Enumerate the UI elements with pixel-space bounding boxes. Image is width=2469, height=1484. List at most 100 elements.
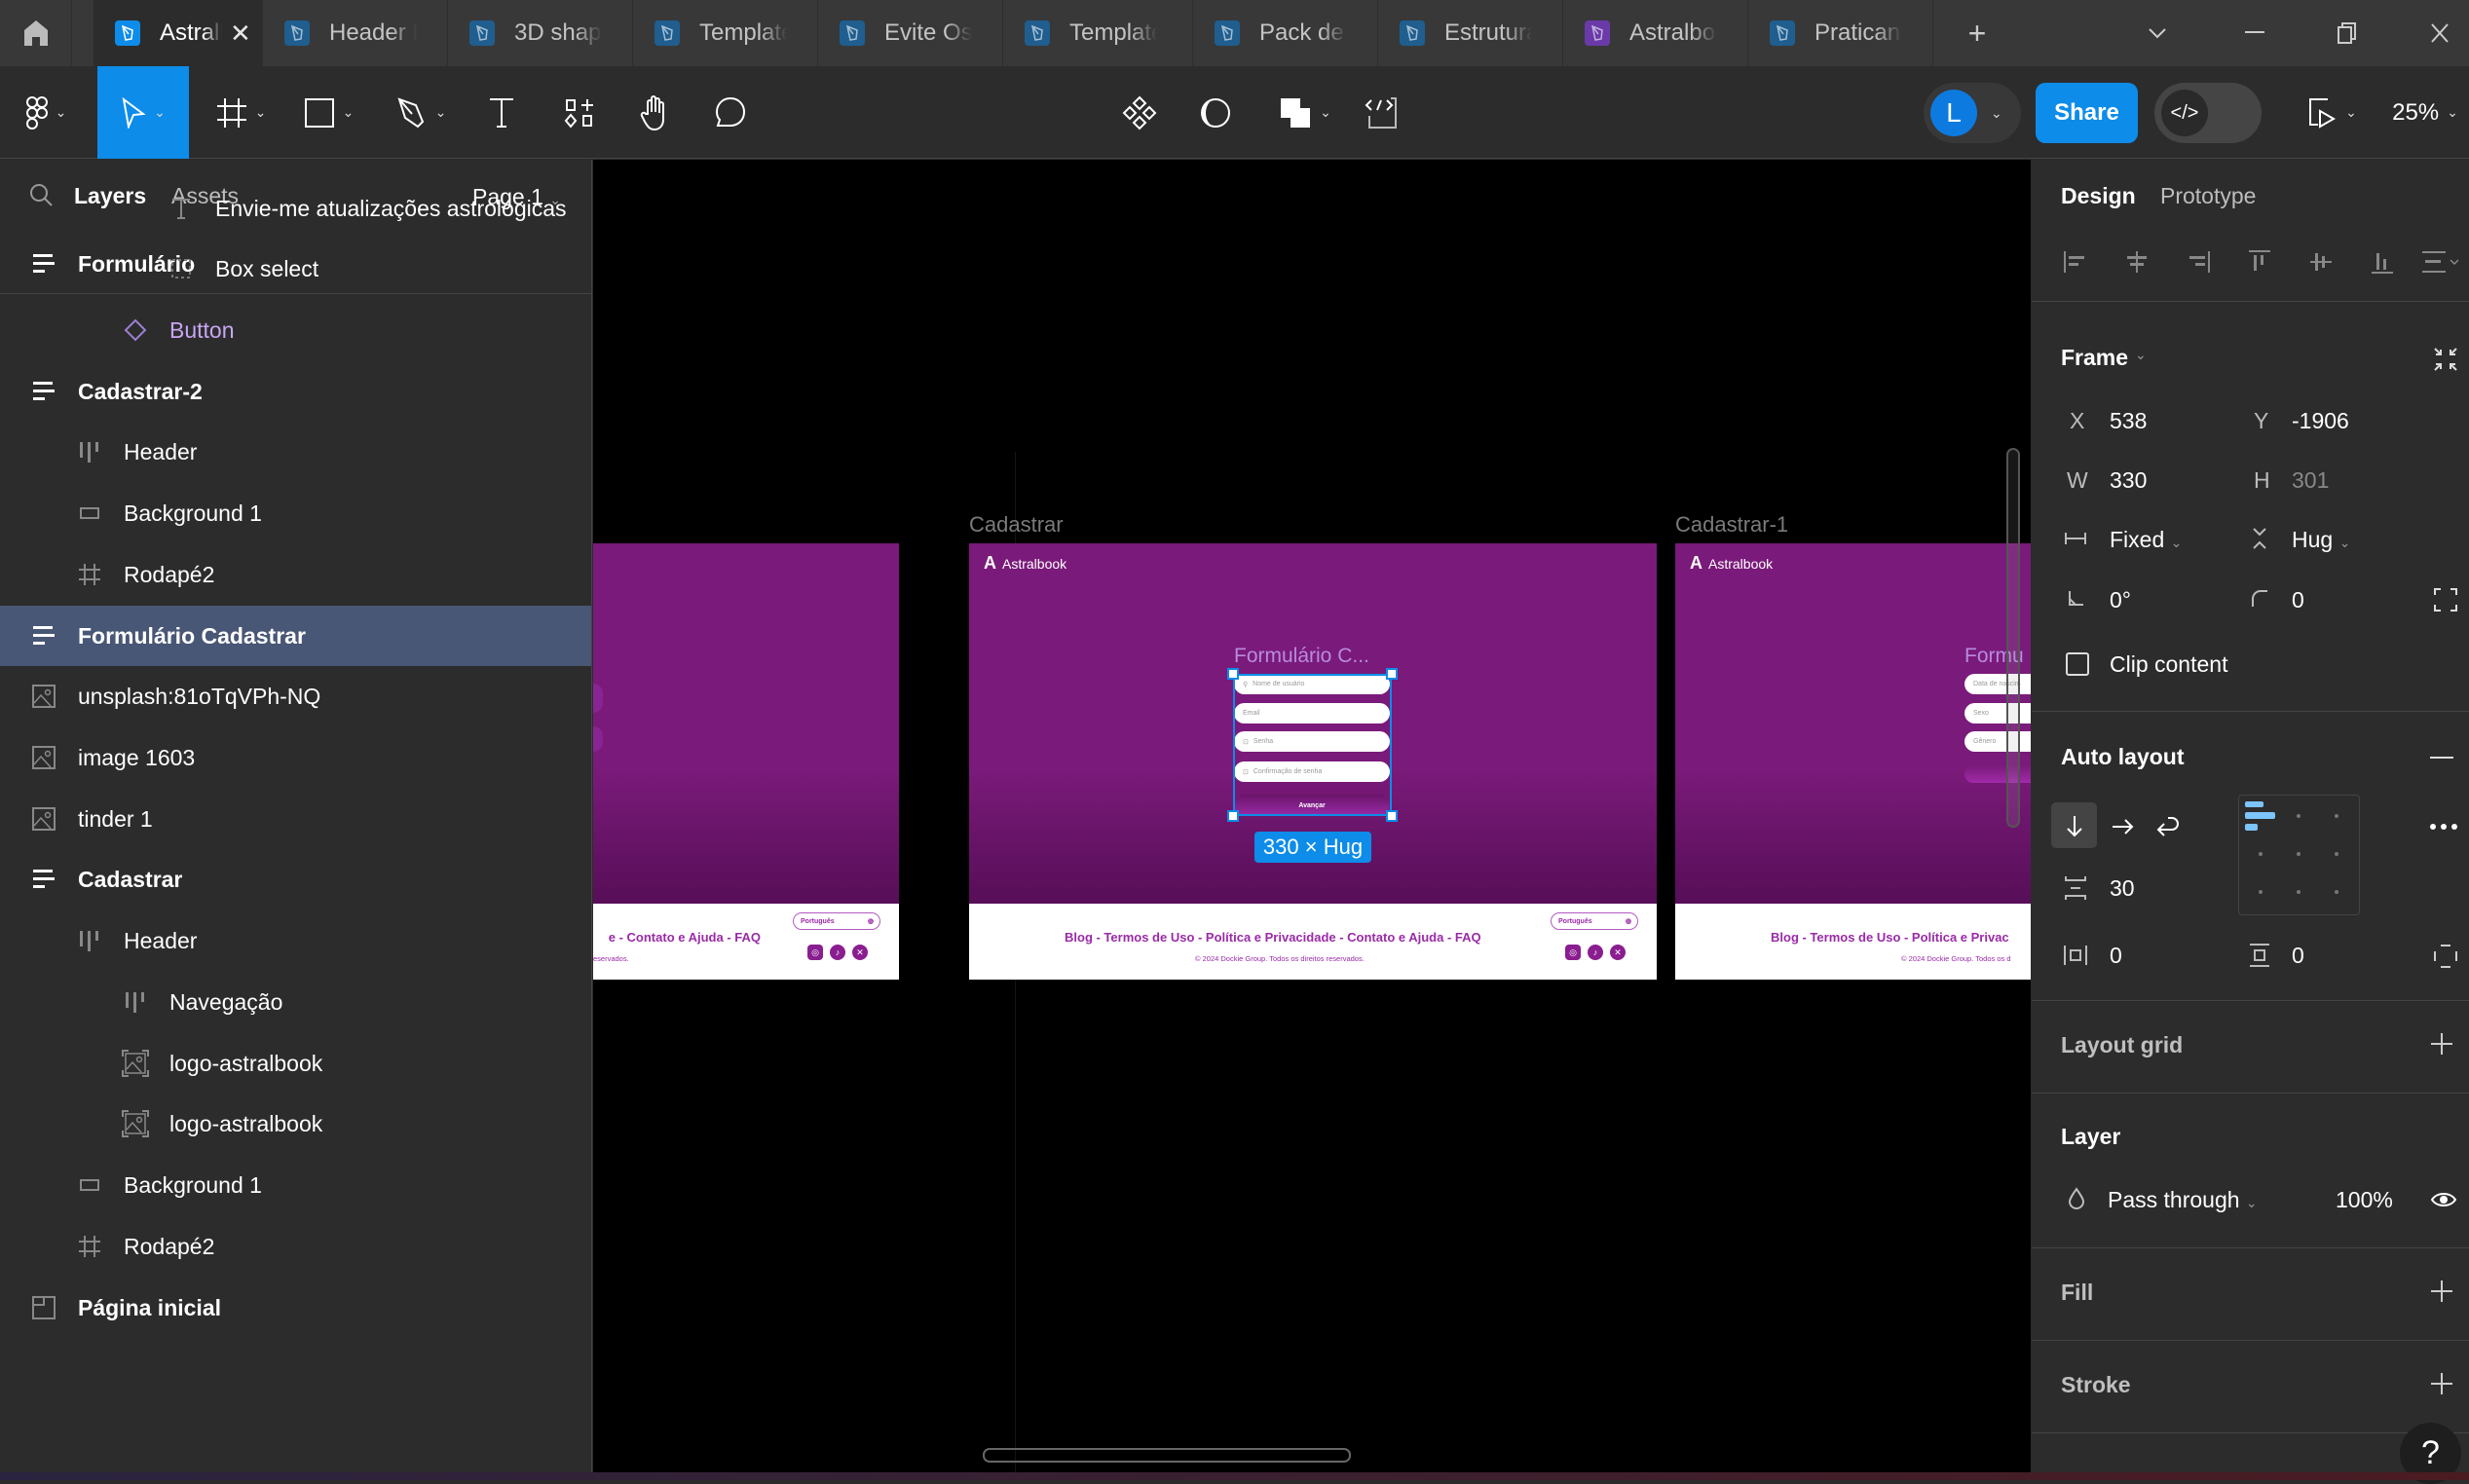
layer-row[interactable]: Rodapé2 bbox=[0, 1216, 591, 1277]
layer-row[interactable]: unsplash:81oTqVPh-NQ bbox=[0, 666, 591, 726]
multiplayer-avatars[interactable]: L ⌄ bbox=[1924, 83, 2021, 143]
dev-handoff-button[interactable] bbox=[1357, 66, 1405, 159]
layer-row[interactable]: image 1603 bbox=[0, 727, 591, 788]
home-button[interactable] bbox=[0, 0, 72, 66]
align-left-icon[interactable] bbox=[2061, 247, 2090, 277]
align-right-icon[interactable] bbox=[2184, 247, 2213, 277]
close-tab-icon[interactable]: ✕ bbox=[230, 19, 251, 49]
add-stroke-icon[interactable] bbox=[2427, 1369, 2456, 1398]
x-input[interactable]: 538 bbox=[2110, 408, 2147, 434]
add-fill-icon[interactable] bbox=[2427, 1277, 2456, 1306]
shape-tool-button[interactable]: ⌄ bbox=[292, 66, 365, 159]
layer-row[interactable]: Cadastrar-2 bbox=[0, 361, 591, 422]
resize-handle-bottom-left[interactable] bbox=[1227, 810, 1239, 822]
component-button[interactable] bbox=[1115, 66, 1164, 159]
frame-cadastrar-2[interactable]: e - Contato e Ajuda - FAQ eservados. Por… bbox=[593, 543, 899, 980]
align-middle-v-icon[interactable] bbox=[2306, 247, 2336, 277]
individual-padding-icon[interactable] bbox=[2431, 942, 2460, 971]
wrap-button[interactable] bbox=[2153, 812, 2183, 841]
add-layout-grid-icon[interactable] bbox=[2427, 1029, 2456, 1058]
layer-row[interactable]: Button bbox=[0, 300, 591, 360]
layer-row[interactable]: Header bbox=[0, 422, 591, 482]
direction-vertical-button[interactable] bbox=[2051, 802, 2097, 848]
layer-row[interactable]: Header bbox=[0, 910, 591, 971]
hand-tool-button[interactable] bbox=[628, 66, 682, 159]
layer-row[interactable]: tinder 1 bbox=[0, 789, 591, 849]
layer-row[interactable]: Box select bbox=[0, 239, 591, 299]
opacity-input[interactable]: 100% bbox=[2336, 1187, 2393, 1213]
resize-to-fit-icon[interactable] bbox=[2431, 345, 2460, 374]
layer-row[interactable]: logo-astralbook bbox=[0, 1094, 591, 1154]
text-tool-button[interactable] bbox=[477, 66, 526, 159]
dev-mode-toggle[interactable]: </> bbox=[2154, 83, 2262, 143]
vertical-scrollbar[interactable] bbox=[2006, 448, 2020, 828]
w-input[interactable]: 330 bbox=[2110, 467, 2147, 494]
resize-handle-top-left[interactable] bbox=[1227, 668, 1239, 680]
layer-row[interactable]: Página inicial bbox=[0, 1278, 591, 1338]
rotation-input[interactable]: 0° bbox=[2110, 587, 2131, 613]
tab-9[interactable]: Praticando bbox=[1748, 0, 1933, 66]
main-menu-button[interactable]: ⌄ bbox=[10, 66, 83, 159]
layer-row[interactable]: Formulário Cadastrar bbox=[0, 606, 591, 666]
layer-row[interactable]: Background 1 bbox=[0, 1155, 591, 1215]
tab-6[interactable]: Pack de bbox=[1193, 0, 1378, 66]
layer-row[interactable]: Cadastrar bbox=[0, 849, 591, 909]
selection-box[interactable] bbox=[1233, 674, 1392, 816]
vertical-padding-input[interactable]: 0 bbox=[2292, 943, 2304, 969]
minimize-button[interactable] bbox=[2226, 0, 2284, 66]
gap-input[interactable]: 30 bbox=[2110, 875, 2135, 902]
frame-cadastrar[interactable]: A Astralbook Formulário C... ⚲ Nome de usu… bbox=[969, 543, 1657, 980]
independent-corners-icon[interactable] bbox=[2431, 585, 2460, 614]
h-input[interactable]: 301 bbox=[2292, 467, 2329, 494]
frame-label[interactable]: Cadastrar-1 bbox=[1675, 512, 1788, 538]
present-button[interactable]: ⌄ bbox=[2299, 66, 2367, 159]
corner-radius-input[interactable]: 0 bbox=[2292, 587, 2304, 613]
tab-1[interactable]: Header Figma bbox=[263, 0, 448, 66]
frame-label[interactable]: Cadastrar bbox=[969, 512, 1064, 538]
frame-cadastrar-1[interactable]: A Astralbook Formu Data de nascim Sexo Gê… bbox=[1675, 543, 2031, 980]
more-options-icon[interactable] bbox=[2427, 812, 2460, 841]
align-center-h-icon[interactable] bbox=[2122, 247, 2151, 277]
avatar[interactable]: L bbox=[1930, 90, 1977, 136]
eye-icon[interactable] bbox=[2429, 1185, 2458, 1214]
close-window-button[interactable] bbox=[2411, 0, 2469, 66]
align-top-icon[interactable] bbox=[2245, 247, 2274, 277]
tab-4[interactable]: Evite Os bbox=[818, 0, 1003, 66]
horizontal-padding-input[interactable]: 0 bbox=[2110, 943, 2122, 969]
frame-section-title[interactable]: Frame bbox=[2061, 345, 2128, 371]
alignment-grid[interactable] bbox=[2238, 795, 2360, 915]
tab-design[interactable]: Design bbox=[2061, 183, 2136, 209]
horizontal-scrollbar[interactable] bbox=[983, 1448, 1351, 1463]
layer-row[interactable]: Rodapé2 bbox=[0, 544, 591, 605]
canvas[interactable]: e - Contato e Ajuda - FAQ eservados. Por… bbox=[593, 160, 2031, 1472]
comment-tool-button[interactable] bbox=[703, 66, 757, 159]
align-bottom-icon[interactable] bbox=[2368, 247, 2397, 277]
frame-tool-button[interactable]: ⌄ bbox=[205, 66, 278, 159]
resize-handle-bottom-right[interactable] bbox=[1386, 810, 1398, 822]
y-input[interactable]: -1906 bbox=[2292, 408, 2349, 434]
new-tab-button[interactable]: + bbox=[1948, 0, 2006, 66]
tab-8[interactable]: Astralbook bbox=[1563, 0, 1748, 66]
boolean-button[interactable]: ⌄ bbox=[1266, 66, 1344, 159]
tab-2[interactable]: 3D shapes bbox=[448, 0, 633, 66]
width-mode-select[interactable]: Fixed ⌄ bbox=[2110, 527, 2182, 553]
distribute-menu-icon[interactable] bbox=[2419, 247, 2464, 277]
zoom-menu[interactable]: 25% ⌄ bbox=[2381, 66, 2469, 159]
remove-auto-layout-icon[interactable] bbox=[2427, 744, 2456, 773]
tab-0[interactable]: Astralbook ✕ bbox=[94, 0, 263, 66]
tab-7[interactable]: Estrutura bbox=[1378, 0, 1563, 66]
share-button[interactable]: Share bbox=[2036, 83, 2138, 143]
layer-row[interactable]: logo-astralbook bbox=[0, 1033, 591, 1094]
clip-content-checkbox[interactable] bbox=[2066, 652, 2089, 676]
pen-tool-button[interactable]: ⌄ bbox=[385, 66, 458, 159]
blend-mode-select[interactable]: Pass through ⌄ bbox=[2108, 1187, 2258, 1213]
tab-prototype[interactable]: Prototype bbox=[2160, 183, 2256, 209]
layer-row[interactable]: Navegação bbox=[0, 972, 591, 1032]
layer-row[interactable]: Envie-me atualizações astrológicas bbox=[0, 178, 591, 239]
move-tool-button[interactable]: ⌄ bbox=[97, 66, 189, 159]
tab-3[interactable]: Template bbox=[633, 0, 818, 66]
tab-5[interactable]: Template bbox=[1003, 0, 1193, 66]
tabs-menu-button[interactable] bbox=[2128, 0, 2187, 66]
mask-button[interactable] bbox=[1191, 66, 1240, 159]
direction-horizontal-button[interactable] bbox=[2108, 812, 2137, 841]
